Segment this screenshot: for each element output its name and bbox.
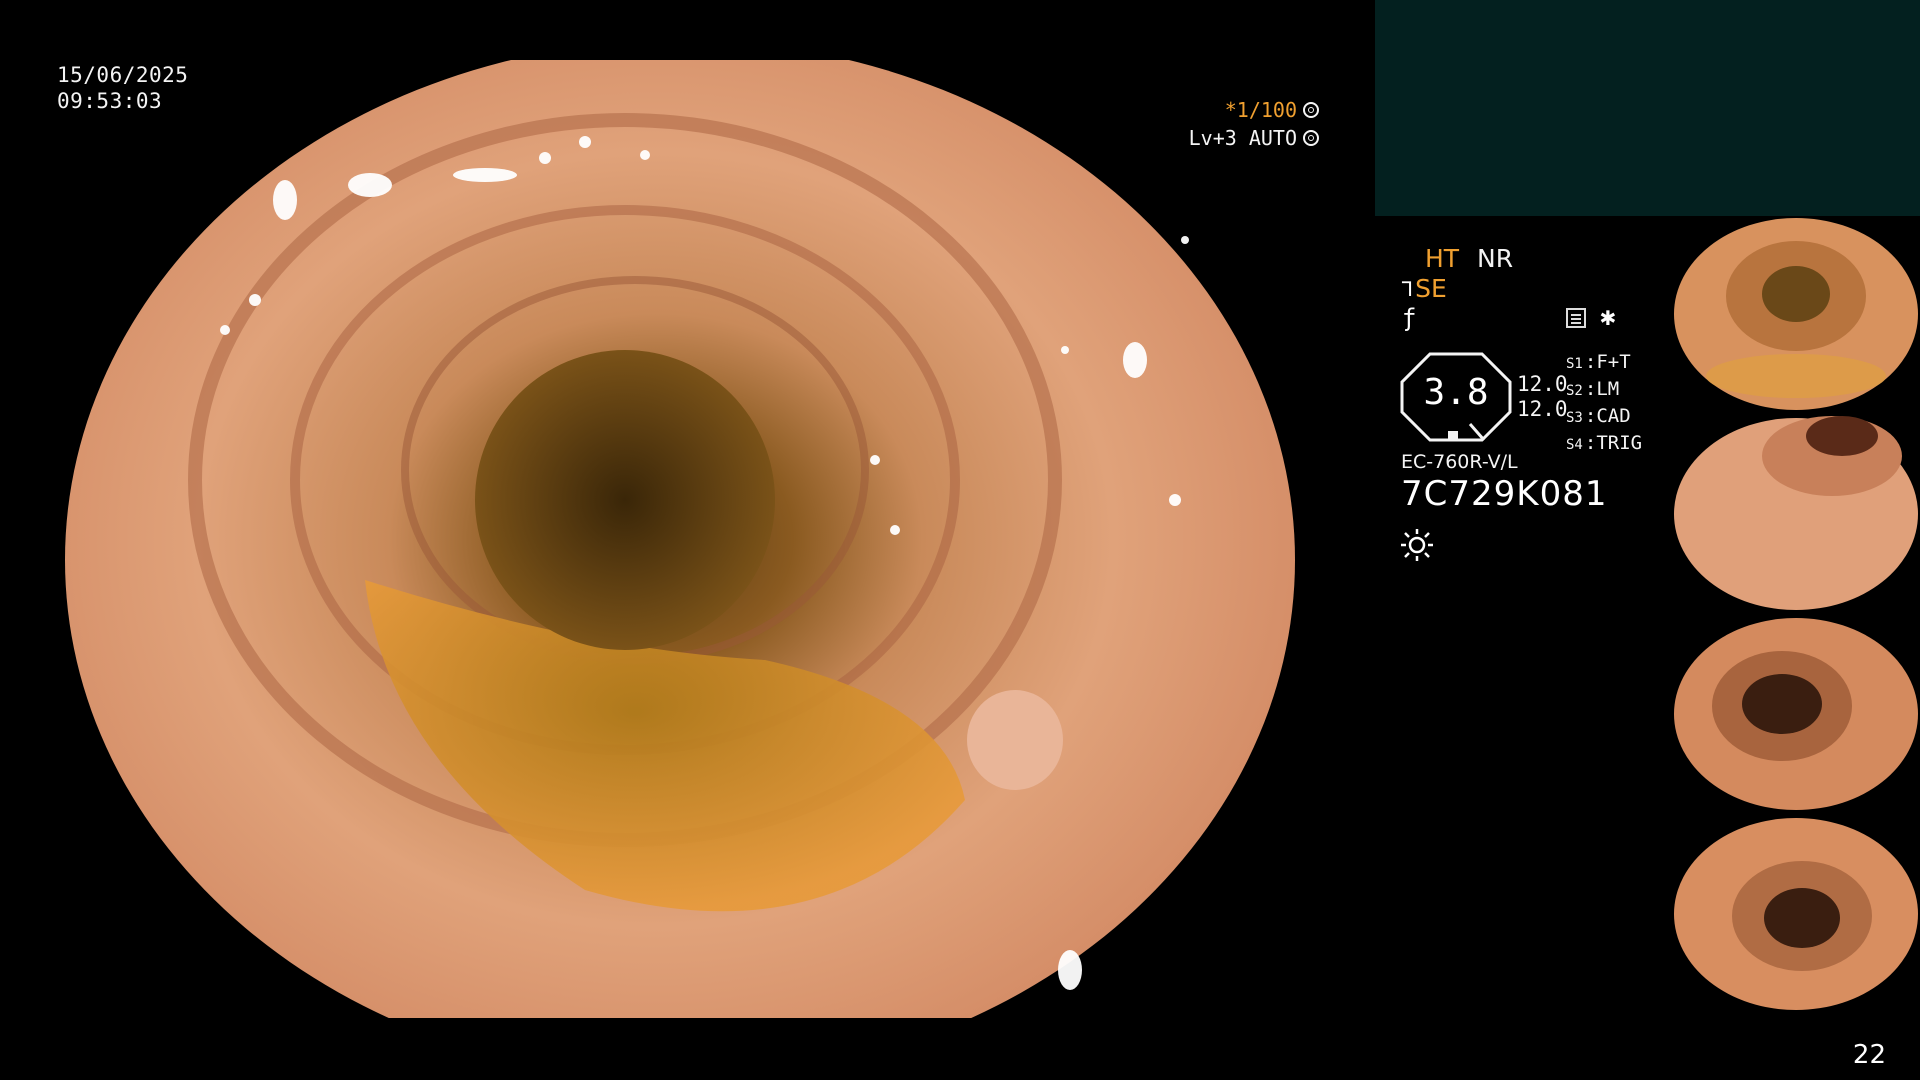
light-icon <box>1401 529 1433 561</box>
iris-icon <box>1303 130 1319 146</box>
slot-s2: S2:LM <box>1566 378 1620 400</box>
num-1: 12.0 <box>1517 372 1568 396</box>
thumbnail-2[interactable] <box>1672 416 1920 612</box>
aperture-icon <box>1303 102 1319 118</box>
star-icon: ✱ <box>1600 302 1616 332</box>
thumbnail-4[interactable] <box>1672 816 1920 1012</box>
slot-s1: S1:F+T <box>1566 351 1631 373</box>
level-numbers: 12.0 12.0 <box>1517 372 1568 422</box>
slot-s3: S3:CAD <box>1566 405 1631 427</box>
se-label: SE <box>1415 274 1447 303</box>
scope-icon: ⅂ <box>1402 276 1414 301</box>
num-2: 12.0 <box>1517 397 1568 421</box>
slot-s4: S4:TRIG <box>1566 432 1643 454</box>
curl-icon: ƒ <box>1402 304 1417 332</box>
datetime: 15/06/2025 09:53:03 <box>57 62 188 114</box>
level-indicator: Lv+3 AUTO <box>1189 126 1319 150</box>
shutter-indicator: *1/100 <box>1225 98 1319 122</box>
scope-serial: 7C729K081 <box>1401 474 1608 514</box>
ht-label: HT <box>1425 244 1460 273</box>
zoom-value: 3.8 <box>1423 372 1489 413</box>
info-panel-top <box>1375 0 1920 216</box>
thumbnail-3[interactable] <box>1672 616 1920 812</box>
report-icon <box>1566 308 1586 328</box>
shutter-text: *1/100 <box>1224 98 1297 122</box>
level-text: Lv+3 AUTO <box>1188 126 1297 150</box>
endoscope-main-image <box>65 60 1305 1018</box>
scope-model: EC-760R-V/L <box>1401 451 1518 473</box>
thumbnail-1[interactable] <box>1672 216 1920 412</box>
ht-nr-status: HT NR <box>1425 244 1513 273</box>
switch-assignments: S1:F+T S2:LM S3:CAD S4:TRIG <box>1566 350 1642 458</box>
se-status: ⅂ SE <box>1402 274 1447 303</box>
date-text: 15/06/2025 <box>57 63 189 87</box>
nr-label: NR <box>1477 244 1514 273</box>
page-number: 22 <box>1852 1040 1886 1070</box>
time-text: 09:53:03 <box>57 89 163 113</box>
